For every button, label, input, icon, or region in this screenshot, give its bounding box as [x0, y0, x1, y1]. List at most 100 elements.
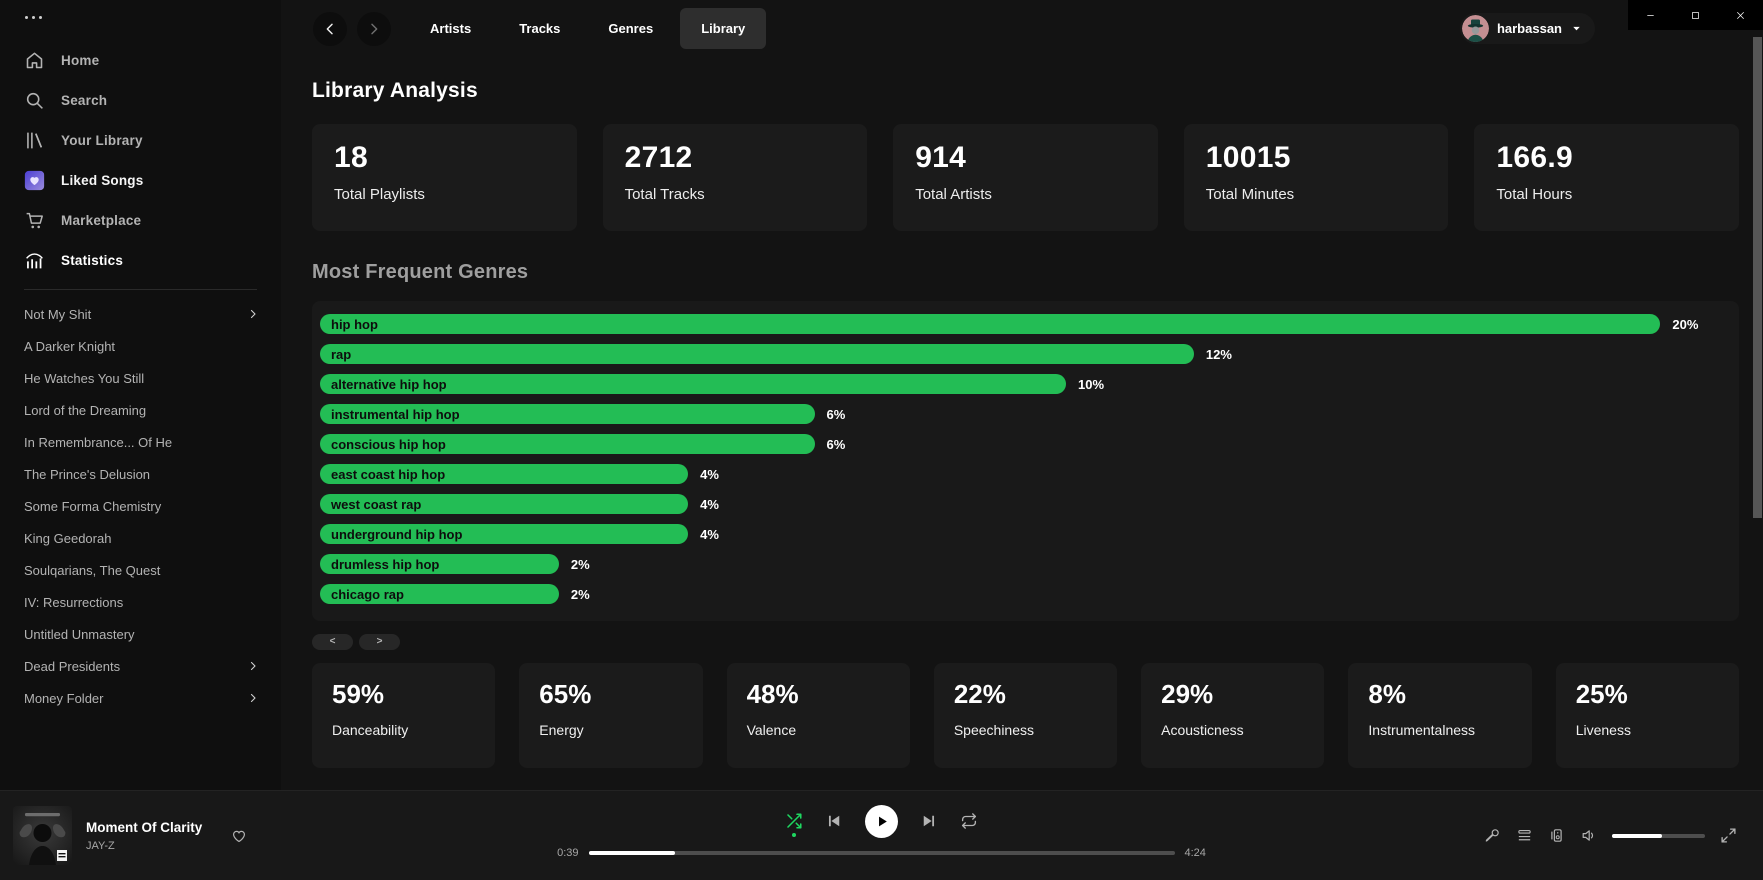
next-button[interactable] [920, 812, 938, 830]
stat-card: 18 Total Playlists [312, 124, 577, 231]
liked-icon [24, 170, 45, 191]
sidebar-playlist-item[interactable]: Soulqarians, The Quest [0, 554, 281, 586]
sidebar-playlist-item[interactable]: King Geedorah [0, 522, 281, 554]
topbar: Artists Tracks Genres Library harbassan [281, 0, 1763, 57]
tab-library[interactable]: Library [680, 8, 766, 49]
sidebar-playlist-item[interactable]: Money Folder [0, 682, 281, 714]
genre-bar: instrumental hip hop [320, 404, 815, 424]
genre-bar: east coast hip hop [320, 464, 688, 484]
back-button[interactable] [313, 12, 347, 46]
close-button[interactable] [1718, 0, 1763, 30]
sidebar-playlist-item[interactable]: A Darker Knight [0, 330, 281, 362]
sidebar-playlist-item[interactable]: IV: Resurrections [0, 586, 281, 618]
feature-value: 59% [332, 679, 475, 710]
library-stats-row: 18 Total Playlists 2712 Total Tracks 914… [312, 124, 1739, 231]
feature-label: Instrumentalness [1368, 722, 1511, 738]
playlist-label: He Watches You Still [24, 371, 247, 386]
sidebar-menu: Home Search Your Library Liked Songs Mar… [0, 40, 281, 280]
stat-value: 2712 [625, 141, 846, 175]
genres-section-title: Most Frequent Genres [312, 261, 1739, 284]
stats-tabs: Artists Tracks Genres Library [409, 8, 766, 49]
playlist-label: Lord of the Dreaming [24, 403, 247, 418]
genre-bar-row: east coast hip hop 4% [320, 464, 1725, 484]
feature-value: 22% [954, 679, 1097, 710]
menu-label: Liked Songs [61, 173, 143, 188]
sidebar-playlist-item[interactable]: The Prince's Delusion [0, 458, 281, 490]
feature-card: 48% Valence [727, 663, 910, 768]
progress-bar[interactable] [589, 851, 1175, 855]
genre-bar-value: 6% [827, 407, 846, 422]
maximize-button[interactable] [1673, 0, 1718, 30]
genre-bar-value: 12% [1206, 347, 1232, 362]
sidebar-item-home[interactable]: Home [0, 40, 281, 80]
sidebar-playlist-item[interactable]: Dead Presidents [0, 650, 281, 682]
genre-bar: hip hop [320, 314, 1660, 334]
genre-bar-label: instrumental hip hop [331, 407, 460, 422]
genre-bar-row: rap 12% [320, 344, 1725, 364]
chevron-right-icon [247, 692, 259, 704]
profile-name: harbassan [1497, 21, 1562, 36]
genre-bar-row: instrumental hip hop 6% [320, 404, 1725, 424]
tab-genres[interactable]: Genres [587, 8, 674, 49]
stat-value: 914 [915, 141, 1136, 175]
stat-value: 166.9 [1496, 141, 1717, 175]
chart-prev-page-button[interactable]: < [312, 634, 353, 650]
sidebar-playlist-item[interactable]: Lord of the Dreaming [0, 394, 281, 426]
lyrics-button[interactable] [1484, 827, 1501, 844]
menu-label: Home [61, 53, 99, 68]
genre-bar-value: 4% [700, 467, 719, 482]
sidebar-item-statistics[interactable]: Statistics [0, 240, 281, 280]
track-artist[interactable]: JAY-Z [86, 840, 202, 852]
feature-value: 8% [1368, 679, 1511, 710]
stat-card: 10015 Total Minutes [1184, 124, 1449, 231]
track-title[interactable]: Moment Of Clarity [86, 820, 202, 835]
mic-icon [1484, 827, 1501, 844]
playlist-label: Dead Presidents [24, 659, 247, 674]
profile-chip[interactable]: harbassan [1460, 13, 1595, 44]
queue-button[interactable] [1516, 827, 1533, 844]
sidebar-playlist-item[interactable]: Some Forma Chemistry [0, 490, 281, 522]
genre-bar-row: chicago rap 2% [320, 584, 1725, 604]
page-title: Library Analysis [312, 79, 1739, 103]
forward-button[interactable] [357, 12, 391, 46]
window-menu-dots[interactable] [0, 0, 281, 30]
like-button[interactable] [230, 827, 248, 845]
tab-tracks[interactable]: Tracks [498, 8, 581, 49]
shuffle-button[interactable] [785, 812, 803, 830]
playlist-label: Untitled Unmastery [24, 627, 247, 642]
chart-next-page-button[interactable]: > [359, 634, 400, 650]
mute-button[interactable] [1580, 827, 1597, 844]
genre-bar-row: conscious hip hop 6% [320, 434, 1725, 454]
scrollbar-thumb[interactable] [1753, 37, 1762, 518]
menu-label: Marketplace [61, 213, 141, 228]
sidebar-playlist-item[interactable]: In Remembrance... Of He [0, 426, 281, 458]
tab-artists[interactable]: Artists [409, 8, 492, 49]
stat-label: Total Minutes [1206, 186, 1427, 203]
sidebar-item-search[interactable]: Search [0, 80, 281, 120]
previous-button[interactable] [825, 812, 843, 830]
chevron-right-icon [247, 308, 259, 320]
player-right-controls [1484, 827, 1737, 844]
feature-label: Speechiness [954, 722, 1097, 738]
repeat-button[interactable] [960, 812, 978, 830]
play-button[interactable] [865, 805, 898, 838]
fullscreen-button[interactable] [1720, 827, 1737, 844]
sidebar-playlist-item[interactable]: He Watches You Still [0, 362, 281, 394]
minimize-button[interactable] [1628, 0, 1673, 30]
sidebar-item-marketplace[interactable]: Marketplace [0, 200, 281, 240]
device-icon [1548, 827, 1565, 844]
genre-bar-value: 20% [1672, 317, 1698, 332]
avatar [1462, 15, 1489, 42]
shuffle-active-dot [792, 833, 796, 837]
volume-slider[interactable] [1612, 834, 1705, 838]
sidebar-item-your-library[interactable]: Your Library [0, 120, 281, 160]
feature-label: Acousticness [1161, 722, 1304, 738]
feature-card: 59% Danceability [312, 663, 495, 768]
sidebar-playlist-item[interactable]: Not My Shit [0, 298, 281, 330]
playlist-label: In Remembrance... Of He [24, 435, 247, 450]
sidebar-playlist-item[interactable]: Untitled Unmastery [0, 618, 281, 650]
sidebar-item-liked-songs[interactable]: Liked Songs [0, 160, 281, 200]
maximize-icon [1690, 10, 1701, 21]
connect-device-button[interactable] [1548, 827, 1565, 844]
feature-label: Danceability [332, 722, 475, 738]
